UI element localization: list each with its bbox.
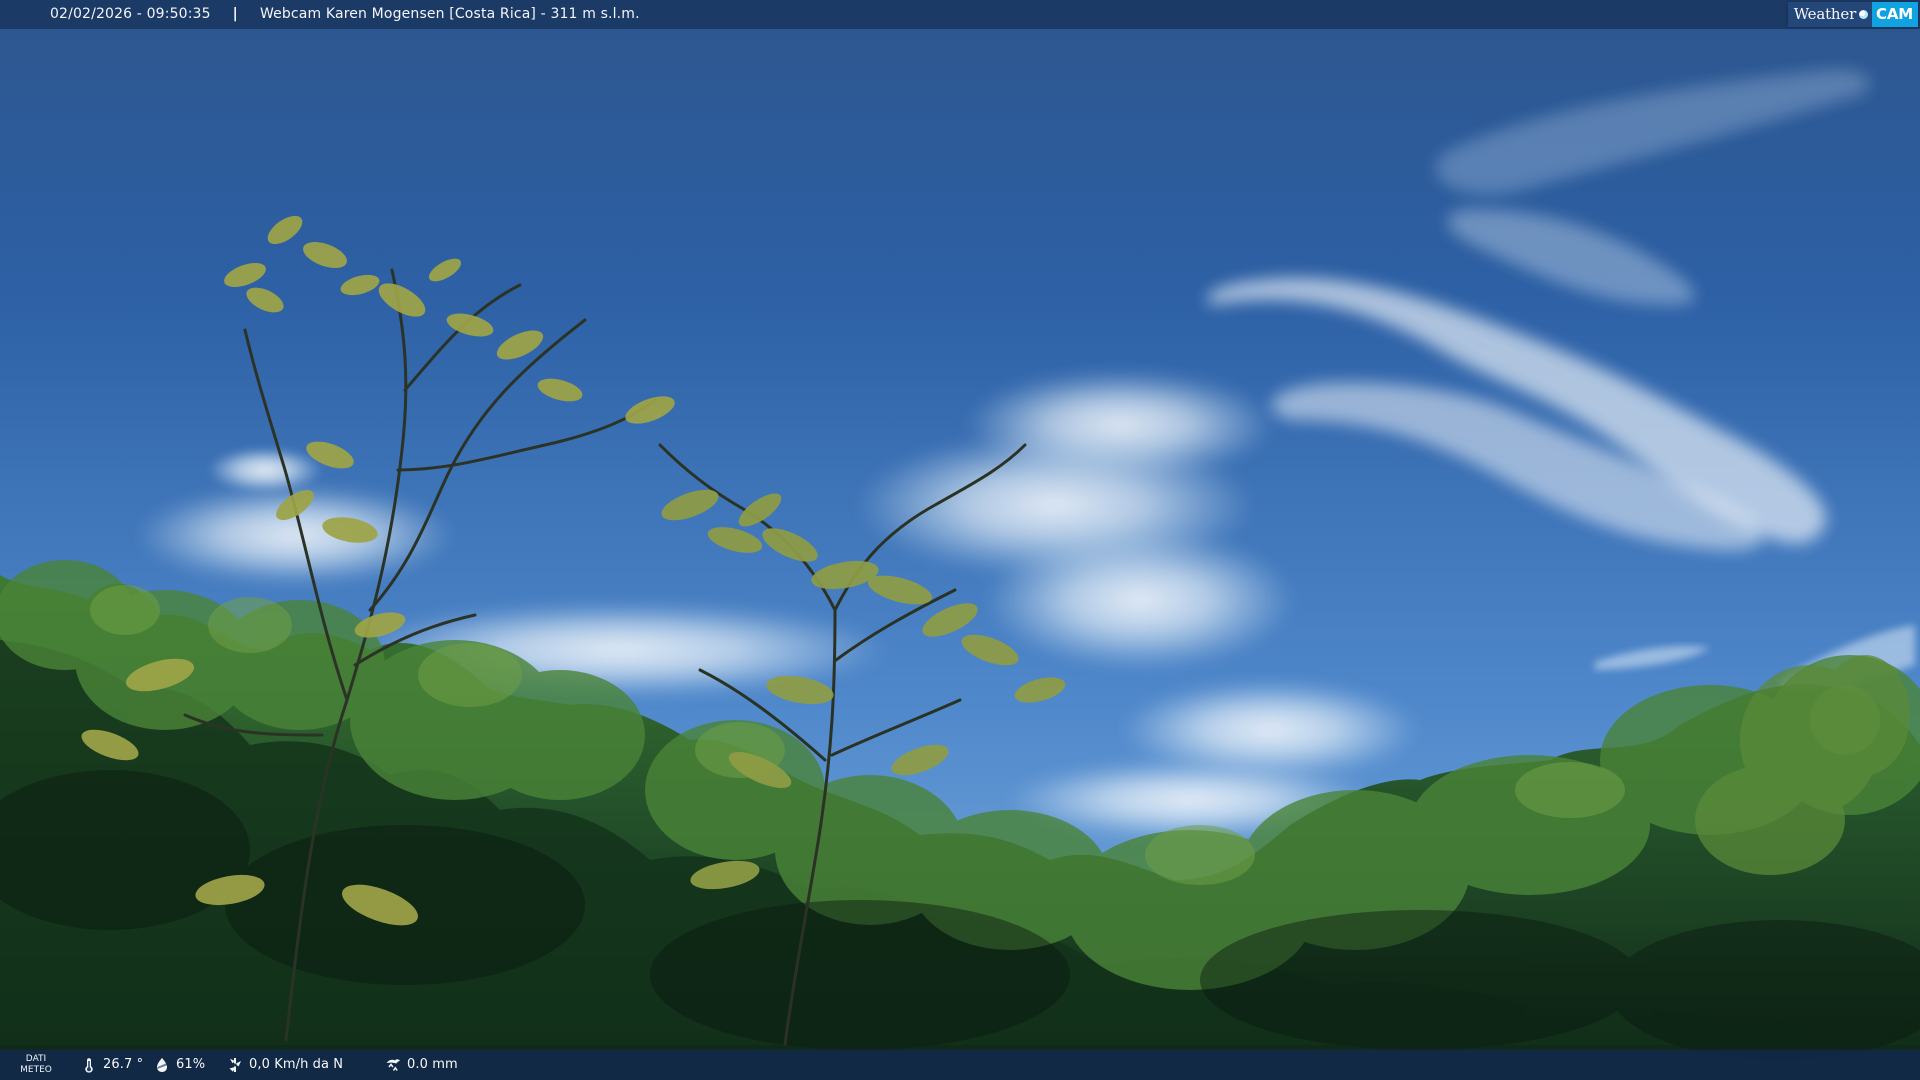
weathercam-brand-weather: Weather [1787,2,1873,27]
weathercam-logo: Weather CAM [1787,2,1918,27]
rain-value: 0.0 mm [407,1057,458,1072]
weather-data-label: DATI METEO [19,1054,53,1076]
humidity-icon [153,1056,171,1074]
timestamp: 02/02/2026 - 09:50:35 [50,6,211,22]
sun-dot-icon [1859,10,1869,19]
webcam-title: Webcam Karen Mogensen [Costa Rica] - 311… [259,6,640,22]
weather-data-bar: DATI METEO 26.7 ° 61% 0,0 Km/h da N 0.0 … [0,1050,1920,1080]
header-info: 02/02/2026 - 09:50:35 | Webcam Karen Mog… [50,0,640,29]
rain-gauge-icon [384,1056,402,1074]
temperature-reading: 26.7 ° [80,1050,143,1080]
wind-icon [226,1056,244,1074]
webcam-scene [0,0,1920,1080]
wind-value: 0,0 Km/h da N [249,1057,344,1072]
humidity-value: 61% [176,1057,206,1072]
humidity-reading: 61% [153,1050,205,1080]
weathercam-brand-cam: CAM [1872,2,1918,27]
weather-data-label-line2: METEO [20,1065,52,1075]
temperature-value: 26.7 ° [103,1057,144,1072]
brand-weather-text: Weather [1793,5,1857,23]
wind-reading: 0,0 Km/h da N [226,1050,343,1080]
header-separator: | [232,6,238,22]
rain-reading: 0.0 mm [384,1050,458,1080]
webcam-header: 02/02/2026 - 09:50:35 | Webcam Karen Mog… [0,0,1920,29]
landscape-image [0,0,1920,1080]
thermometer-icon [80,1056,98,1074]
weather-data-label-line1: DATI [25,1054,47,1064]
